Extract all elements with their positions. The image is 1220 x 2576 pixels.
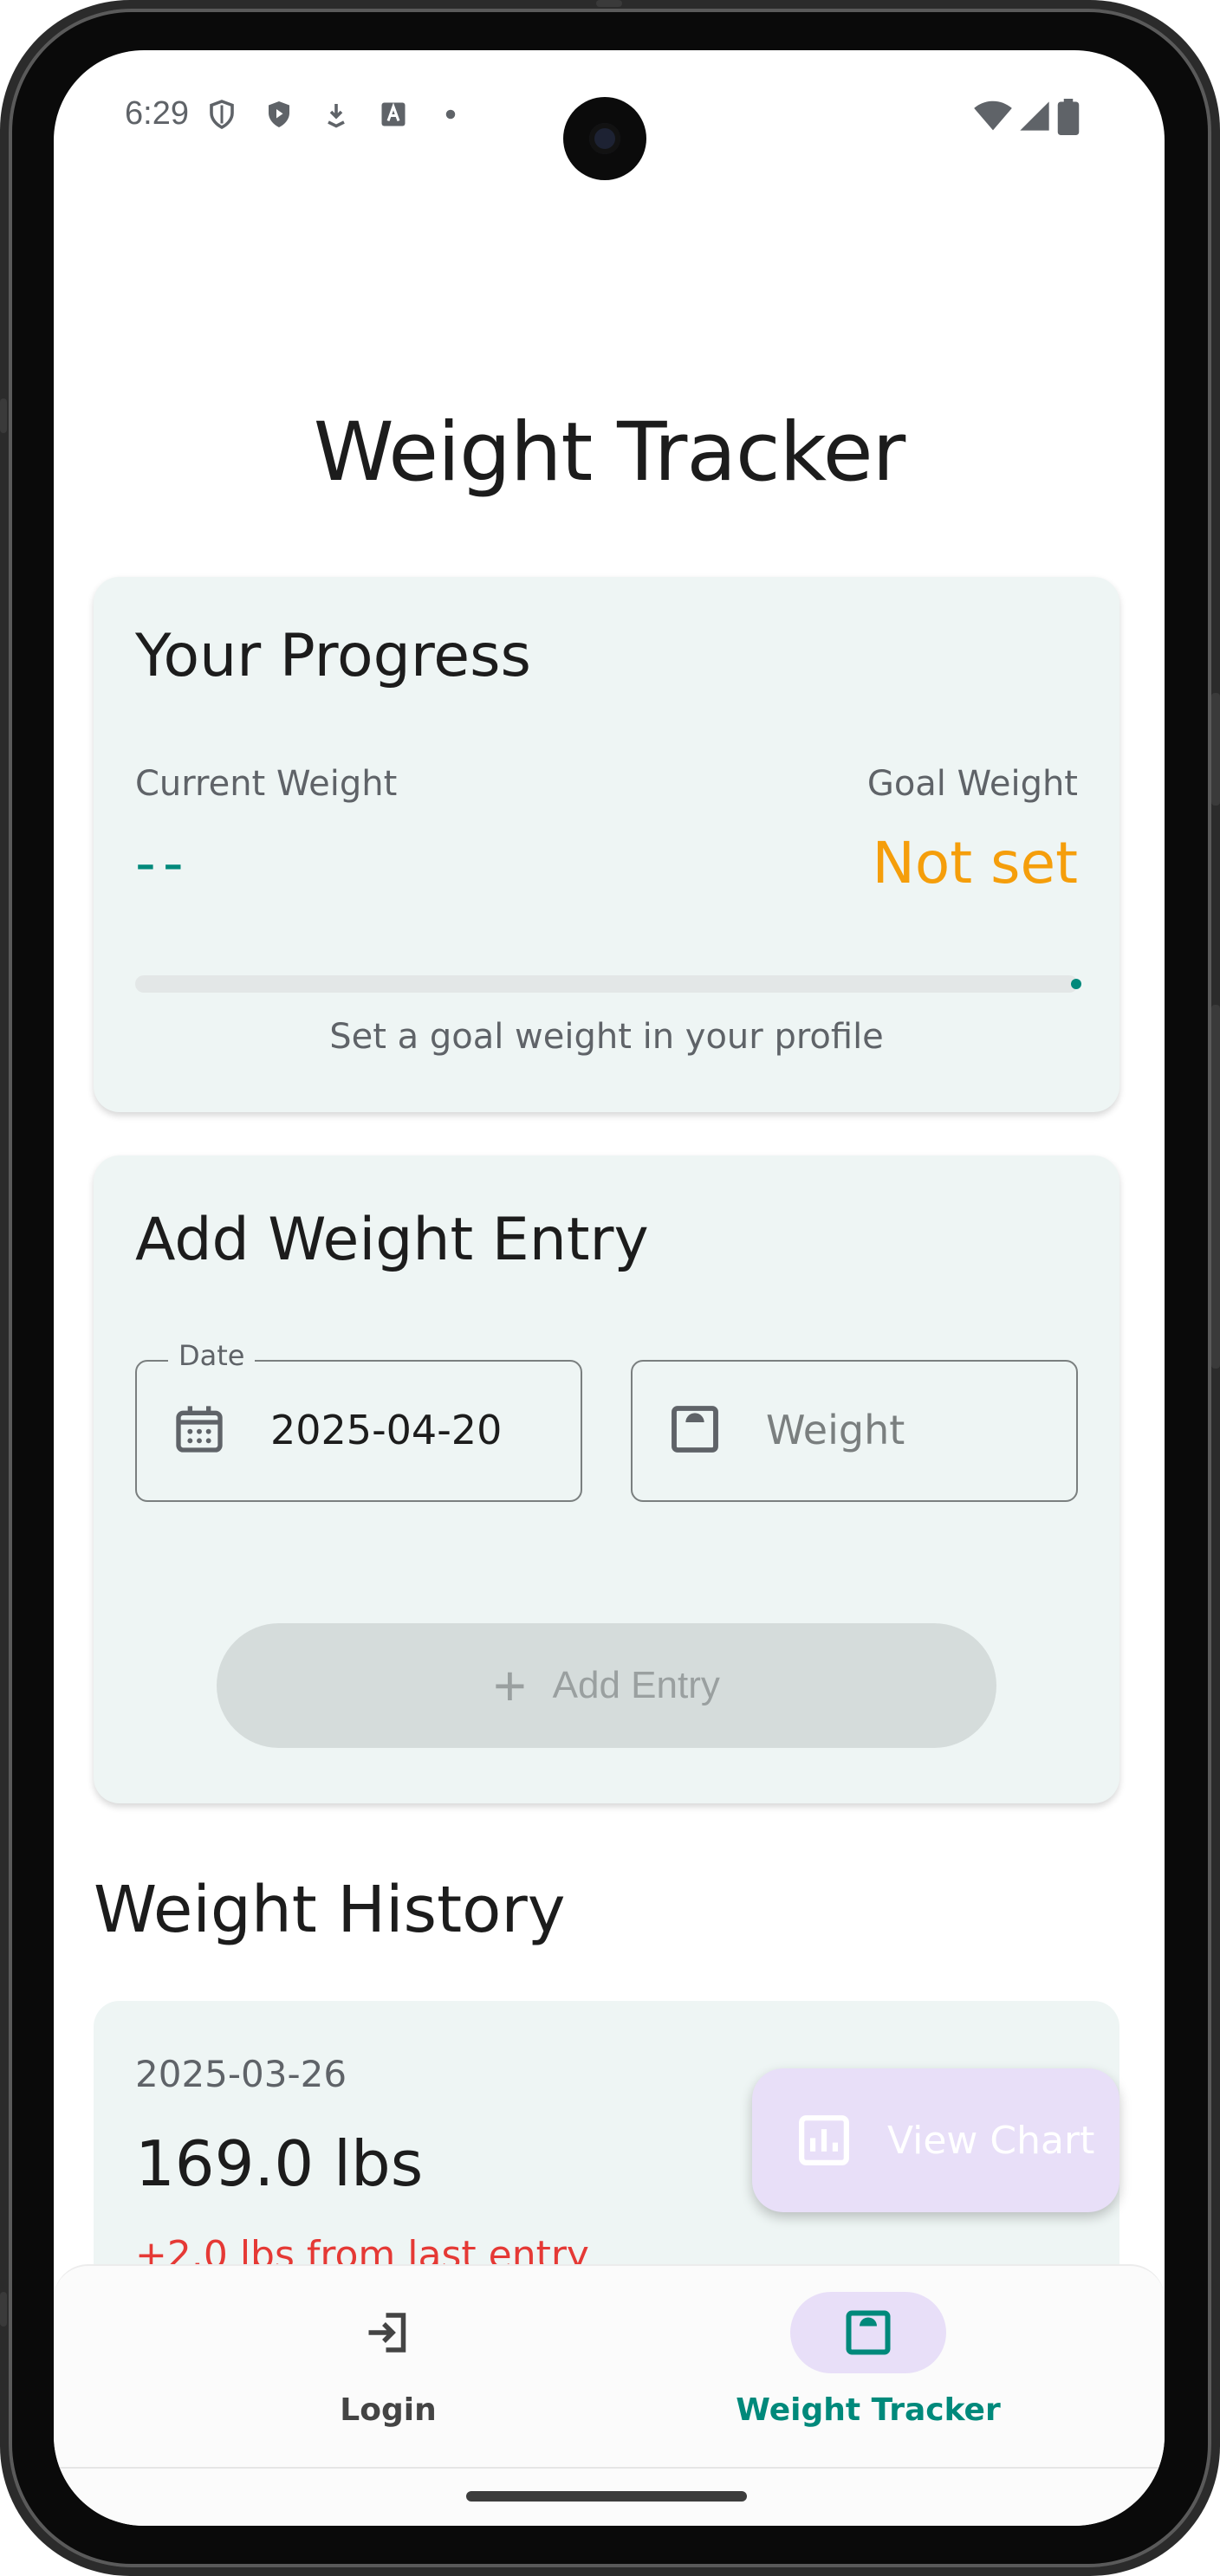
shield-icon: [210, 100, 234, 130]
top-notch: [596, 0, 622, 7]
progress-heading: Your Progress: [135, 622, 531, 690]
left-side-button: [0, 398, 7, 433]
nav-item-weight-tracker[interactable]: Weight Tracker: [695, 2292, 1042, 2439]
goal-weight-label: Goal Weight: [866, 764, 1078, 804]
progress-bar-indicator: [1071, 979, 1081, 989]
camera-lens: [589, 123, 620, 154]
power-button: [1211, 693, 1220, 806]
view-chart-label: View Chart: [887, 2119, 1095, 2163]
scale-icon: [672, 1406, 718, 1453]
date-field-value: 2025-04-20: [270, 1407, 503, 1453]
nav-login-label: Login: [340, 2392, 437, 2428]
play-protect-icon: [269, 101, 289, 127]
progress-hint: Set a goal weight in your profile: [329, 1017, 884, 1057]
date-field-label: Date: [168, 1339, 256, 1372]
current-weight-value: --: [135, 830, 191, 896]
wifi-icon: [974, 100, 1012, 131]
notification-dot-icon: [445, 109, 456, 120]
nav-item-login[interactable]: Login: [215, 2292, 561, 2439]
status-time: 6:29: [125, 95, 189, 132]
nav-divider: [54, 2467, 1165, 2469]
home-indicator[interactable]: [466, 2491, 747, 2502]
left-side-button-lower: [0, 2292, 7, 2327]
history-item-date: 2025-03-26: [135, 2053, 347, 2095]
bar-chart-icon: [799, 2115, 849, 2165]
front-camera: [563, 97, 646, 180]
view-chart-button[interactable]: View Chart: [752, 2068, 1119, 2212]
text-app-icon: [381, 102, 406, 126]
nav-weight-tracker-icon-container: [790, 2292, 946, 2373]
weight-field-placeholder: Weight: [766, 1407, 905, 1453]
page-title: Weight Tracker: [313, 405, 905, 500]
add-entry-card: Add Weight Entry Date 2025-04-20 Weight: [94, 1155, 1119, 1803]
calendar-icon: [176, 1406, 223, 1453]
progress-bar: [135, 975, 1078, 993]
current-weight-label: Current Weight: [135, 764, 398, 804]
add-entry-button-label: Add Entry: [552, 1664, 720, 1706]
download-icon: [328, 104, 345, 128]
weight-field[interactable]: Weight: [631, 1360, 1078, 1502]
volume-button: [1211, 1005, 1220, 1369]
nav-weight-tracker-label: Weight Tracker: [736, 2392, 1001, 2428]
cellular-signal-icon: [1020, 101, 1049, 131]
add-entry-button[interactable]: + Add Entry: [217, 1623, 996, 1748]
add-entry-heading: Add Weight Entry: [135, 1206, 649, 1274]
date-field[interactable]: Date 2025-04-20: [135, 1339, 582, 1502]
login-icon: [368, 2313, 406, 2353]
weight-history-heading: Weight History: [94, 1873, 566, 1947]
battery-icon: [1057, 99, 1080, 135]
progress-card: Your Progress Current Weight -- Goal Wei…: [94, 577, 1119, 1112]
plus-icon: +: [493, 1654, 527, 1718]
goal-weight-value: Not set: [872, 830, 1078, 896]
bottom-navigation: Login Weight Tracker: [54, 2264, 1165, 2526]
history-item-weight: 169.0 lbs: [135, 2127, 424, 2200]
scale-icon: [846, 2310, 891, 2355]
nav-login-icon-container: [310, 2292, 466, 2373]
phone-screen: 6:29 Weight Tracker Your Progress Curren…: [54, 50, 1165, 2526]
